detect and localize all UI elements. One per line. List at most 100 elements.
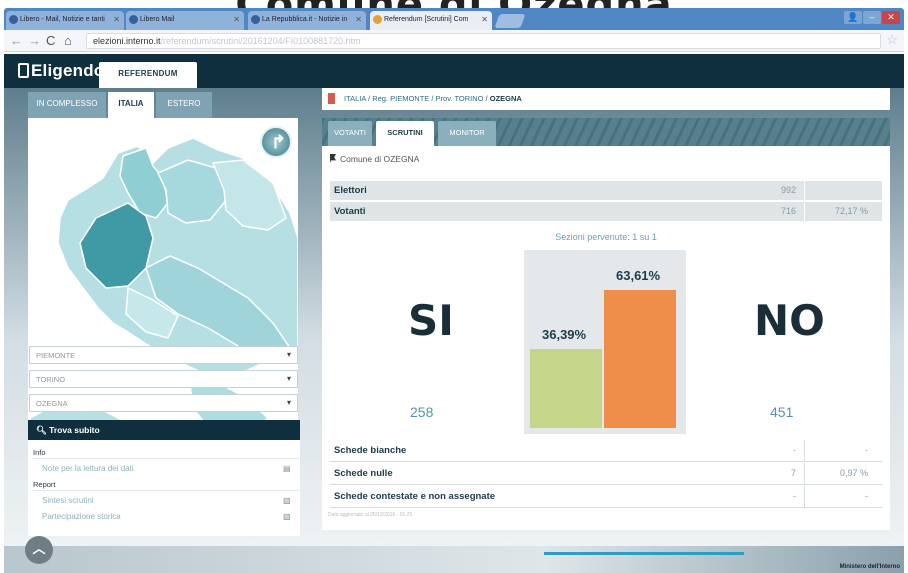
schede-percent: -: [865, 445, 868, 455]
tab-referendum[interactable]: REFERENDUM: [99, 62, 197, 88]
schede-label: Schede nulle: [334, 468, 393, 479]
browser-tab-active[interactable]: Referendum [Scrutini] Com ✕: [370, 11, 492, 30]
close-icon[interactable]: ✕: [233, 15, 240, 24]
province-select-value: TORINO: [36, 375, 66, 384]
report-icon[interactable]: ▧: [283, 496, 291, 505]
schede-label: Schede contestate e non assegnate: [334, 491, 496, 502]
region-select-value: PIEMONTE: [36, 351, 76, 360]
comune-heading: Comune di OZEGNA: [330, 154, 419, 164]
logo-icon: [18, 63, 29, 78]
flag-icon: [330, 154, 336, 162]
caret-down-icon: ▾: [286, 350, 291, 359]
browser-tab-label: La Repubblica.it - Notizie in: [262, 16, 348, 23]
left-panel: IN COMPLESSO ITALIA ESTERO ↱ PIEMONTE ▾ T…: [24, 90, 302, 541]
tab-scrutini[interactable]: SCRUTINI: [376, 121, 434, 146]
app-header: Eligendo REFERENDUM: [4, 54, 904, 88]
eligendo-logo[interactable]: Eligendo: [18, 61, 104, 81]
trova-label: Trova subito: [49, 425, 100, 435]
votanti-row: Votanti 716 72,17 %: [330, 202, 882, 221]
si-label: SI: [408, 296, 454, 345]
no-label: NO: [754, 296, 825, 345]
browser-tab-label: Libero - Mail, Notizie e tanti: [20, 16, 105, 23]
sintesi-scrutini-link[interactable]: Sintesi scrutini: [42, 496, 94, 505]
user-icon[interactable]: 👤: [844, 11, 862, 24]
close-icon[interactable]: ✕: [481, 15, 488, 24]
votanti-value: 716: [780, 206, 796, 216]
info-box: Info Note per la lettura dei dati ▤ Repo…: [28, 440, 300, 536]
tab-in-complesso[interactable]: IN COMPLESSO: [28, 92, 106, 118]
scrutini-content: Comune di OZEGNA Elettori 992 Votanti 71…: [322, 146, 890, 530]
comune-name: Comune di OZEGNA: [340, 154, 420, 164]
schede-contestate-row: Schede contestate e non assegnate - -: [330, 486, 882, 508]
region-select[interactable]: PIEMONTE ▾: [29, 346, 298, 364]
screen: { "page_title": "Comune di Ozegna", "bro…: [0, 0, 908, 573]
document-icon[interactable]: ▤: [283, 464, 291, 473]
reload-icon[interactable]: C: [46, 32, 55, 50]
browser-tab[interactable]: La Repubblica.it - Notizie in ✕: [248, 11, 366, 30]
breadcrumb-path[interactable]: ITALIA / Reg. PIEMONTE / Prov. TORINO /: [344, 94, 490, 103]
tab-monitor[interactable]: MONITOR: [438, 121, 496, 146]
elettori-row: Elettori 992: [330, 181, 882, 200]
compass-arrow-icon: ↱: [271, 132, 287, 152]
ministero-logo: Ministero dell'Interno: [839, 564, 900, 570]
flag-icon: [328, 93, 335, 104]
tab-italia[interactable]: ITALIA: [108, 92, 154, 118]
last-updated: Dato aggiornato al 05/12/2016 - 01:25: [328, 512, 413, 518]
browser-tab[interactable]: Libero Mail ✕: [126, 11, 244, 30]
no-bar: [604, 290, 676, 428]
note-lettura-link[interactable]: Note per la lettura dei dati: [42, 464, 134, 473]
province-select[interactable]: TORINO ▾: [29, 370, 298, 388]
column-separator: [804, 202, 805, 221]
address-bar-row: ← → C ⌂ elezioni.interno.it/referendum/s…: [4, 30, 904, 52]
trova-subito-header: 🔍︎ Trova subito: [28, 420, 300, 440]
schede-label: Schede bianche: [334, 445, 407, 456]
column-separator: [804, 440, 805, 461]
column-separator: [804, 486, 805, 507]
result-chart: 36,39% 63,61%: [524, 250, 686, 434]
report-title: Report: [33, 480, 56, 489]
comune-select-value: OZEGNA: [36, 399, 68, 408]
schede-percent: 0,97 %: [839, 468, 868, 478]
column-separator: [804, 463, 805, 484]
schede-value: 7: [790, 468, 796, 478]
favicon-icon: [129, 15, 138, 24]
caret-down-icon: ▾: [286, 374, 291, 383]
breadcrumb-current: OZEGNA: [489, 94, 522, 103]
url-input[interactable]: elezioni.interno.it/referendum/scrutini/…: [86, 33, 881, 49]
minimize-button[interactable]: –: [863, 11, 881, 24]
schede-value: -: [793, 445, 796, 455]
close-icon[interactable]: ✕: [113, 15, 120, 24]
no-votes: 451: [770, 404, 794, 420]
si-percent-label: 36,39%: [542, 327, 587, 342]
home-icon[interactable]: ⌂: [64, 32, 72, 50]
schede-bianche-row: Schede bianche - -: [330, 440, 882, 462]
map-compass-button[interactable]: ↱: [260, 126, 292, 158]
sezioni-pervenute: Sezioni pervenute: 1 su 1: [555, 232, 657, 242]
report-icon[interactable]: ▧: [283, 512, 291, 521]
close-window-button[interactable]: ✕: [882, 11, 900, 24]
divider: [33, 458, 299, 459]
no-percent-label: 63,61%: [616, 268, 661, 283]
url-host: elezioni.interno.it: [93, 36, 161, 46]
url-path: /referendum/scrutini/20161204/FI01008817…: [160, 36, 361, 46]
elettori-label: Elettori: [334, 185, 367, 196]
elettori-value: 992: [780, 185, 796, 195]
back-icon[interactable]: ←: [10, 32, 23, 50]
favicon-icon: [373, 15, 382, 24]
forward-icon[interactable]: →: [28, 32, 41, 50]
browser-tab-label: Referendum [Scrutini] Com: [384, 16, 469, 23]
region-tabs: IN COMPLESSO ITALIA ESTERO: [28, 90, 298, 118]
partecipazione-storica-link[interactable]: Partecipazione storica: [42, 512, 121, 521]
breadcrumb: ITALIA / Reg. PIEMONTE / Prov. TORINO / …: [322, 88, 890, 110]
column-separator: [804, 181, 805, 200]
tab-votanti[interactable]: VOTANTI: [328, 121, 372, 146]
bookmark-star-icon[interactable]: ☆: [886, 32, 898, 48]
browser-tab[interactable]: Libero - Mail, Notizie e tanti ✕: [6, 11, 124, 30]
scroll-to-top-button[interactable]: ︿: [25, 536, 53, 564]
tab-estero[interactable]: ESTERO: [156, 92, 212, 118]
favicon-icon: [9, 15, 18, 24]
close-icon[interactable]: ✕: [355, 15, 362, 24]
comune-select[interactable]: OZEGNA ▾: [29, 394, 298, 412]
new-tab-button[interactable]: [494, 14, 526, 28]
favicon-icon: [251, 15, 260, 24]
